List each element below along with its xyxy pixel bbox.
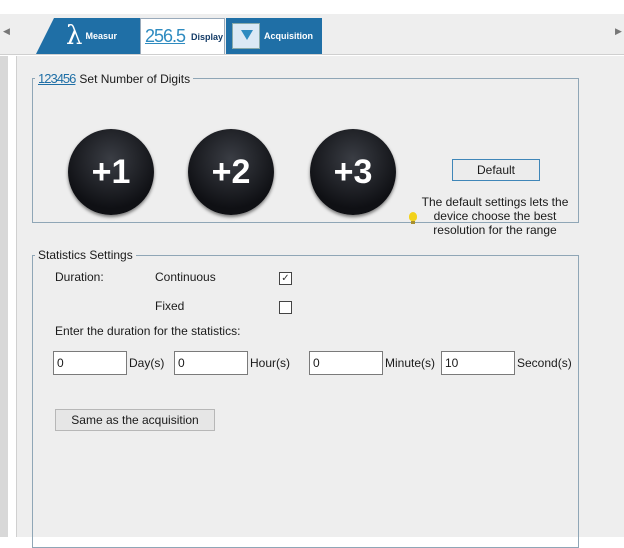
left-border [0,56,8,537]
hours-unit-label: Hour(s) [250,356,291,370]
digits-legend-text: Set Number of Digits [79,72,191,86]
days-unit-label: Day(s) [129,356,165,370]
plus-one-digit-button[interactable]: +1 [68,129,154,215]
default-hint: The default settings lets the device cho… [420,195,570,237]
duration-instruction: Enter the duration for the statistics: [55,324,241,338]
default-button[interactable]: Default [452,159,540,181]
digits-legend: 123456 Set Number of Digits [35,71,193,86]
digits-group: 123456 Set Number of Digits +1 +2 +3 Defa… [32,71,579,237]
tab-bar: ◀ λ Measur 256.5 Display Acquisition ▶ [0,14,624,55]
continuous-label: Continuous [155,270,216,284]
scroll-left-icon[interactable]: ◀ [3,26,10,37]
display-panel: 123456 Set Number of Digits +1 +2 +3 Defa… [16,56,624,548]
tab-measure-label: Measur [85,31,117,41]
digits-icon: 256.5 [145,26,186,46]
lambda-icon: λ [66,21,83,51]
scroll-right-icon[interactable]: ▶ [615,26,622,37]
tab-display[interactable]: 256.5 Display [140,18,225,54]
days-input[interactable]: 0 [53,351,127,375]
minutes-input[interactable]: 0 [309,351,383,375]
seconds-unit-label: Second(s) [517,356,572,370]
same-as-acquisition-button[interactable]: Same as the acquisition [55,409,215,431]
hint-line: The default settings lets the [421,195,569,209]
duration-label: Duration: [55,270,104,284]
tab-acquisition-label: Acquisition [264,31,313,41]
plus-three-digits-button[interactable]: +3 [310,129,396,215]
continuous-checkbox[interactable]: ✓ [279,272,292,285]
statistics-legend: Statistics Settings [38,248,133,262]
minutes-unit-label: Minute(s) [385,356,436,370]
tab-acquisition[interactable]: Acquisition [226,18,322,54]
plus-two-digits-button[interactable]: +2 [188,129,274,215]
digits-small-icon: 123456 [38,71,76,86]
hours-input[interactable]: 0 [174,351,248,375]
tab-measure[interactable]: λ Measur [36,18,146,54]
seconds-input[interactable]: 10 [441,351,515,375]
hint-line: resolution for the range [433,223,557,237]
tab-display-label: Display [191,31,224,42]
fixed-label: Fixed [155,299,185,313]
hint-line: device choose the best [433,209,557,223]
acquisition-icon [232,23,260,49]
fixed-checkbox[interactable] [279,301,292,314]
lightbulb-icon [409,212,417,224]
statistics-group: Statistics Settings Duration: Continuous… [32,248,579,548]
